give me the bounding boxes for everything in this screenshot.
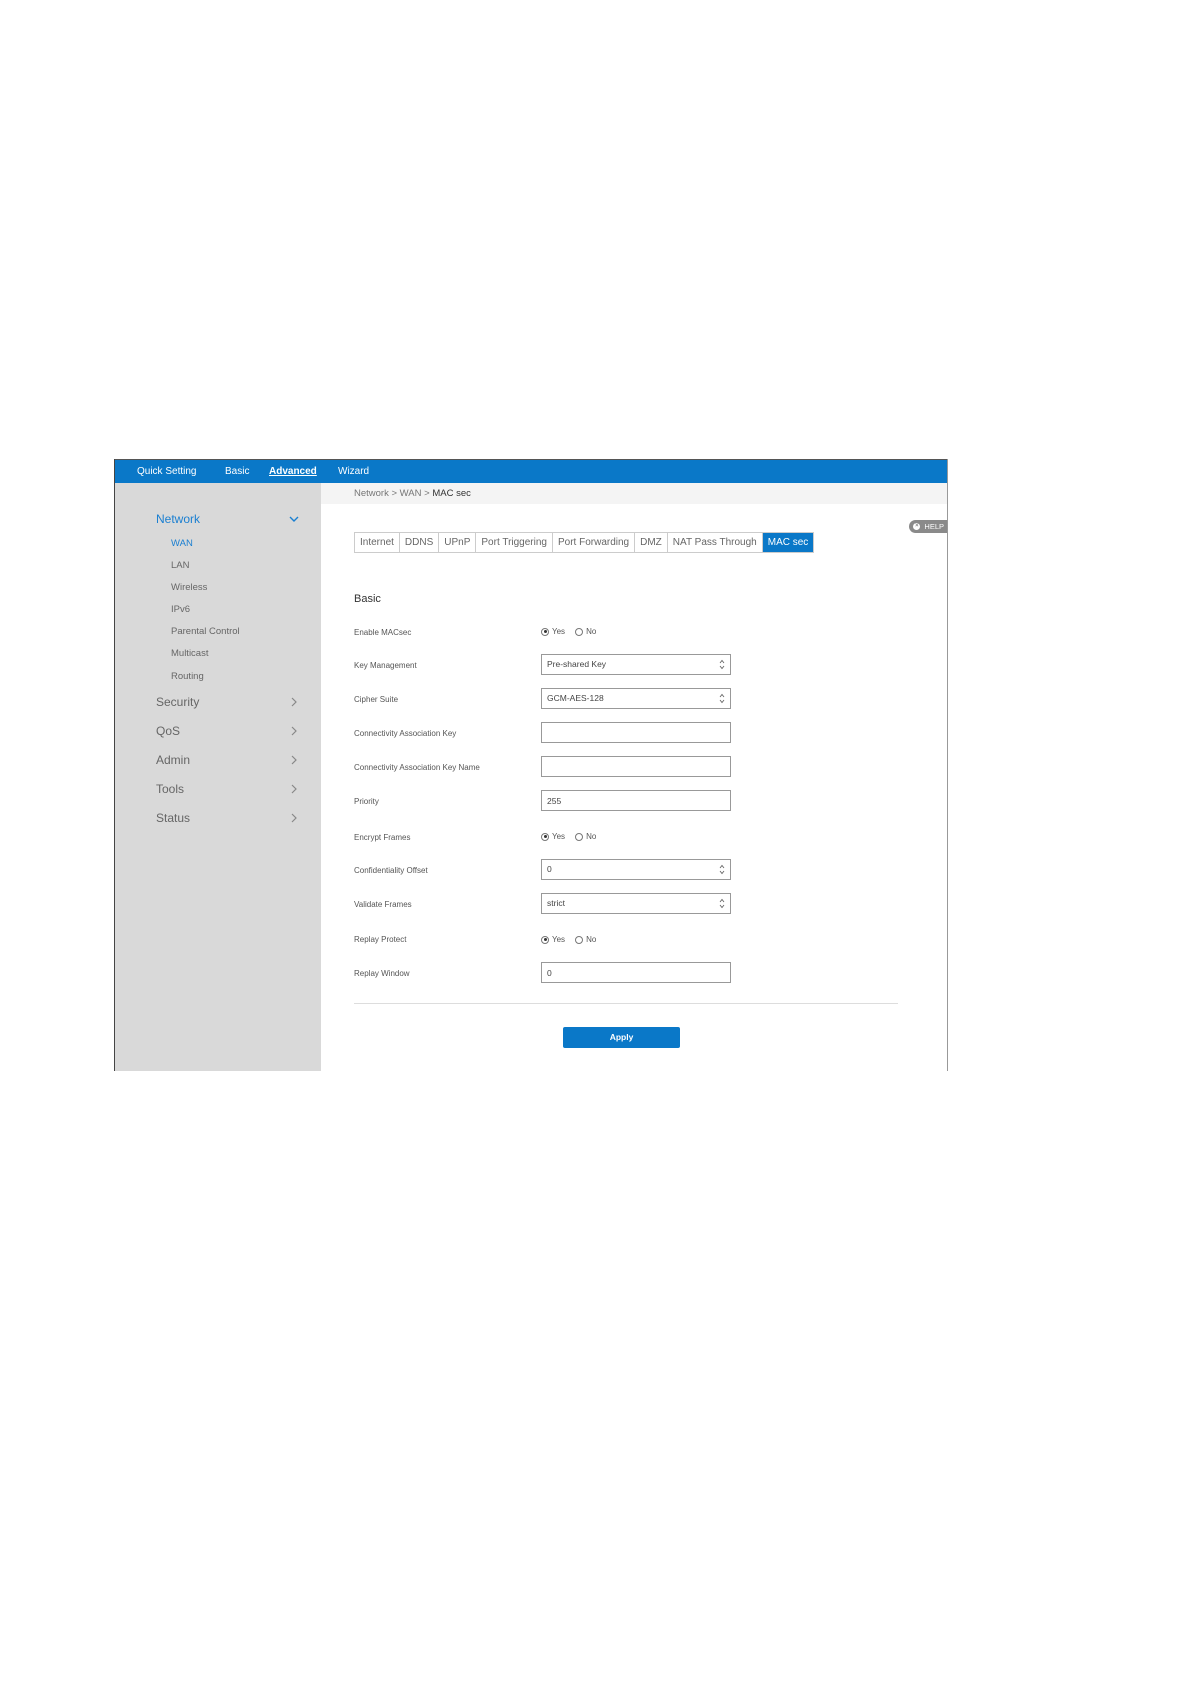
form-divider xyxy=(354,1003,898,1004)
sidebar-item-wan[interactable]: WAN xyxy=(171,538,193,549)
tab-internet[interactable]: Internet xyxy=(355,533,400,552)
sidebar-item-ipv6[interactable]: IPv6 xyxy=(171,604,190,615)
encrypt-frames-radio-group: Yes No xyxy=(541,832,606,841)
sidebar-item-wireless[interactable]: Wireless xyxy=(171,582,207,593)
topnav-wizard[interactable]: Wizard xyxy=(338,460,369,484)
tab-bar: Internet DDNS UPnP Port Triggering Port … xyxy=(354,532,815,553)
breadcrumb-path: Network > WAN > xyxy=(354,488,433,499)
cipher-suite-select[interactable]: GCM-AES-128 xyxy=(541,688,731,709)
tab-ddns[interactable]: DDNS xyxy=(399,533,440,552)
sidebar-group-admin[interactable]: Admin xyxy=(156,753,190,767)
replay-protect-no-radio[interactable] xyxy=(575,935,584,944)
updown-arrow-icon xyxy=(719,693,725,704)
tab-mac-sec[interactable]: MAC sec xyxy=(762,533,814,552)
topnav-advanced[interactable]: Advanced xyxy=(269,460,317,484)
priority-label: Priority xyxy=(354,797,379,806)
sidebar-group-network[interactable]: Network xyxy=(156,512,200,526)
sidebar-item-parental-control[interactable]: Parental Control xyxy=(171,626,240,637)
sidebar-group-status[interactable]: Status xyxy=(156,811,190,825)
replay-protect-radio-group: Yes No xyxy=(541,935,606,944)
chevron-right-icon[interactable] xyxy=(289,726,299,736)
updown-arrow-icon xyxy=(719,864,725,875)
key-management-value: Pre-shared Key xyxy=(547,659,607,669)
chevron-right-icon[interactable] xyxy=(289,755,299,765)
cak-input[interactable] xyxy=(541,722,731,743)
replay-protect-label: Replay Protect xyxy=(354,935,407,944)
topnav-basic[interactable]: Basic xyxy=(225,460,249,484)
apply-button[interactable]: Apply xyxy=(563,1027,680,1048)
chevron-right-icon[interactable] xyxy=(289,697,299,707)
encrypt-frames-label: Encrypt Frames xyxy=(354,833,411,842)
top-nav-bar: Quick Setting Basic Advanced Wizard xyxy=(115,459,947,484)
breadcrumb: Network > WAN > MAC sec xyxy=(321,483,947,504)
enable-macsec-yes-label: Yes xyxy=(552,627,566,636)
help-label: HELP xyxy=(924,522,944,531)
chevron-right-icon[interactable] xyxy=(289,784,299,794)
sidebar-item-lan[interactable]: LAN xyxy=(171,560,189,571)
main-content: Network > WAN > MAC sec × HELP Internet … xyxy=(321,483,947,1071)
cak-label: Connectivity Association Key xyxy=(354,729,457,738)
help-button[interactable]: × HELP xyxy=(909,520,947,533)
validate-frames-select[interactable]: strict xyxy=(541,893,731,914)
encrypt-frames-yes-radio[interactable] xyxy=(541,832,549,841)
router-admin-window: Quick Setting Basic Advanced Wizard Netw… xyxy=(114,459,948,1071)
sidebar-item-multicast[interactable]: Multicast xyxy=(171,648,208,659)
enable-macsec-no-radio[interactable] xyxy=(575,627,584,636)
sidebar: Network WAN LAN Wireless IPv6 Parental C… xyxy=(115,483,321,1071)
replay-protect-yes-radio[interactable] xyxy=(541,935,549,944)
encrypt-frames-yes-label: Yes xyxy=(552,832,566,841)
sidebar-group-tools[interactable]: Tools xyxy=(156,782,184,796)
encrypt-frames-no-radio[interactable] xyxy=(575,832,584,841)
enable-macsec-yes-radio[interactable] xyxy=(541,627,549,636)
confidentiality-offset-label: Confidentiality Offset xyxy=(354,866,428,875)
encrypt-frames-no-label: No xyxy=(586,832,597,841)
sidebar-group-security[interactable]: Security xyxy=(156,695,199,709)
tab-upnp[interactable]: UPnP xyxy=(439,533,477,552)
priority-input[interactable] xyxy=(541,790,731,811)
tab-dmz[interactable]: DMZ xyxy=(635,533,668,552)
updown-arrow-icon xyxy=(719,659,725,670)
ckn-input[interactable] xyxy=(541,756,731,777)
topnav-quick-setting[interactable]: Quick Setting xyxy=(137,460,196,484)
enable-macsec-label: Enable MACsec xyxy=(354,628,412,637)
key-management-select[interactable]: Pre-shared Key xyxy=(541,654,731,675)
breadcrumb-current: MAC sec xyxy=(432,488,471,499)
close-circle-icon: × xyxy=(913,523,921,530)
ckn-label: Connectivity Association Key Name xyxy=(354,763,480,772)
replay-window-label: Replay Window xyxy=(354,969,410,978)
chevron-right-icon[interactable] xyxy=(289,813,299,823)
replay-protect-no-label: No xyxy=(586,935,597,944)
section-title-basic: Basic xyxy=(354,593,381,605)
sidebar-group-qos[interactable]: QoS xyxy=(156,724,180,738)
tab-nat-pass-through[interactable]: NAT Pass Through xyxy=(667,533,763,552)
cipher-suite-value: GCM-AES-128 xyxy=(547,693,604,703)
replay-window-input[interactable] xyxy=(541,962,731,983)
confidentiality-offset-value: 0 xyxy=(547,864,552,874)
tab-port-forwarding[interactable]: Port Forwarding xyxy=(552,533,636,552)
cipher-suite-label: Cipher Suite xyxy=(354,695,399,704)
key-management-label: Key Management xyxy=(354,661,417,670)
sidebar-item-routing[interactable]: Routing xyxy=(171,671,204,682)
chevron-down-icon[interactable] xyxy=(289,514,299,524)
updown-arrow-icon xyxy=(719,898,725,909)
tab-port-triggering[interactable]: Port Triggering xyxy=(476,533,553,552)
validate-frames-label: Validate Frames xyxy=(354,900,412,909)
replay-protect-yes-label: Yes xyxy=(552,935,566,944)
enable-macsec-no-label: No xyxy=(586,627,597,636)
validate-frames-value: strict xyxy=(547,898,565,908)
enable-macsec-radio-group: Yes No xyxy=(541,627,606,636)
confidentiality-offset-select[interactable]: 0 xyxy=(541,859,731,880)
